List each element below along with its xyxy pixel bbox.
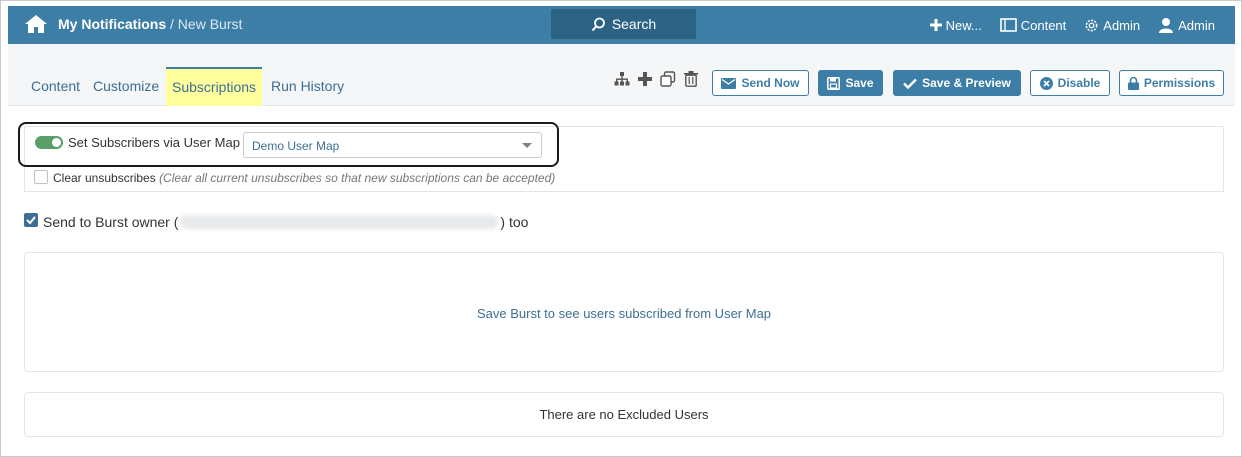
owner-prefix: Send to Burst owner ( bbox=[43, 214, 179, 230]
search-icon bbox=[591, 17, 605, 31]
send-to-owner-checkbox[interactable] bbox=[24, 213, 38, 227]
new-menu-label: New... bbox=[945, 17, 982, 33]
excluded-users-message: There are no Excluded Users bbox=[539, 407, 709, 422]
folder-icon bbox=[999, 18, 1017, 32]
close-circle-icon bbox=[1039, 76, 1053, 90]
nav-right-group: New... Content Admin Admin bbox=[929, 6, 1215, 44]
tab-customize[interactable]: Customize bbox=[93, 78, 159, 94]
home-icon[interactable] bbox=[24, 13, 48, 35]
lock-icon bbox=[1127, 76, 1139, 90]
subscribed-users-panel: Save Burst to see users subscribed from … bbox=[24, 252, 1224, 372]
send-now-label: Send Now bbox=[741, 76, 800, 90]
user-menu-label: Admin bbox=[1178, 17, 1215, 33]
hierarchy-icon[interactable] bbox=[614, 72, 630, 91]
permissions-label: Permissions bbox=[1143, 76, 1216, 90]
envelope-icon bbox=[721, 77, 737, 89]
user-icon bbox=[1159, 18, 1174, 33]
top-navigation-bar: My Notifications / New Burst Search New.… bbox=[8, 6, 1235, 44]
clear-unsubscribes-checkbox[interactable] bbox=[34, 170, 48, 184]
save-preview-label: Save & Preview bbox=[922, 76, 1011, 90]
save-button[interactable]: Save bbox=[818, 70, 883, 96]
content-menu-label: Content bbox=[1020, 17, 1067, 33]
permissions-button[interactable]: Permissions bbox=[1119, 70, 1224, 96]
redacted-owner-email bbox=[180, 215, 499, 229]
checkmark-icon bbox=[26, 216, 36, 225]
owner-suffix: ) too bbox=[500, 214, 529, 230]
user-map-selected-value: Demo User Map bbox=[252, 139, 340, 153]
breadcrumb-root-link[interactable]: My Notifications bbox=[58, 16, 166, 32]
user-map-toggle-label: Set Subscribers via User Map bbox=[68, 135, 240, 150]
breadcrumb-separator: / bbox=[166, 16, 178, 32]
breadcrumb-current: New Burst bbox=[177, 16, 243, 32]
save-preview-button[interactable]: Save & Preview bbox=[893, 70, 1021, 96]
disable-button[interactable]: Disable bbox=[1030, 70, 1110, 96]
tab-run-history[interactable]: Run History bbox=[271, 78, 344, 94]
gear-icon bbox=[1085, 19, 1098, 31]
clear-unsubscribes-hint: (Clear all current unsubscribes so that … bbox=[159, 171, 556, 185]
content-menu[interactable]: Content bbox=[999, 17, 1067, 33]
admin-menu[interactable]: Admin bbox=[1084, 18, 1140, 33]
send-to-owner-label: Send to Burst owner ( ) too bbox=[43, 214, 528, 230]
add-icon[interactable] bbox=[638, 72, 652, 91]
toggle-knob bbox=[52, 138, 61, 147]
copy-icon[interactable] bbox=[660, 71, 676, 92]
tool-icons bbox=[614, 71, 698, 92]
trash-icon[interactable] bbox=[684, 71, 698, 92]
tabs-toolbar-row: Content Customize Subscriptions Run Hist… bbox=[8, 44, 1235, 106]
tab-subscriptions[interactable]: Subscriptions bbox=[166, 67, 263, 106]
disable-label: Disable bbox=[1057, 76, 1101, 90]
plus-icon bbox=[929, 19, 942, 31]
clear-unsubscribes-text: Clear unsubscribes bbox=[53, 171, 156, 185]
caret-down-icon bbox=[522, 143, 532, 148]
search-button[interactable]: Search bbox=[551, 9, 696, 39]
admin-menu-label: Admin bbox=[1103, 17, 1141, 33]
breadcrumb: My Notifications / New Burst bbox=[58, 16, 242, 32]
user-menu[interactable]: Admin bbox=[1158, 17, 1215, 33]
new-menu[interactable]: New... bbox=[929, 17, 982, 33]
user-map-toggle[interactable] bbox=[35, 136, 63, 149]
tab-content[interactable]: Content bbox=[31, 78, 80, 94]
clear-unsubscribes-label: Clear unsubscribes (Clear all current un… bbox=[53, 171, 555, 185]
save-label: Save bbox=[845, 76, 874, 90]
search-label: Search bbox=[611, 16, 657, 32]
save-icon bbox=[827, 76, 841, 90]
excluded-users-panel: There are no Excluded Users bbox=[24, 392, 1224, 437]
user-map-select[interactable]: Demo User Map bbox=[243, 132, 542, 158]
check-icon bbox=[903, 78, 917, 89]
app-window: My Notifications / New Burst Search New.… bbox=[0, 0, 1242, 457]
subscribed-users-message: Save Burst to see users subscribed from … bbox=[476, 306, 772, 321]
send-now-button[interactable]: Send Now bbox=[712, 70, 809, 96]
